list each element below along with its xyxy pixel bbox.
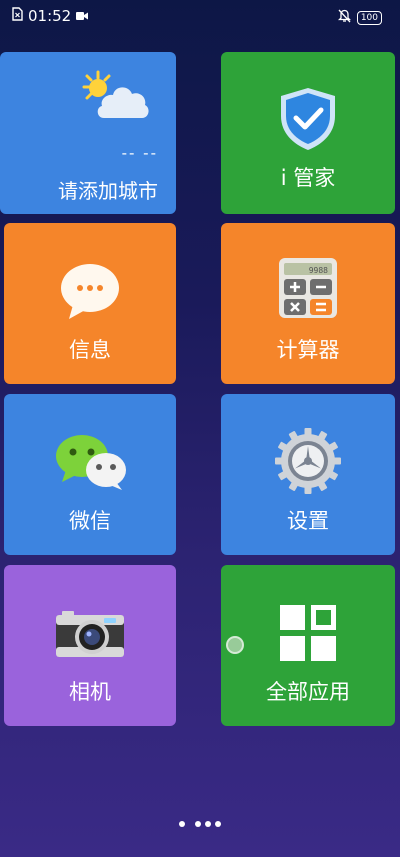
calculator-tile[interactable]: 9988 计算器 — [221, 223, 395, 384]
calculator-display: 9988 — [309, 266, 328, 275]
calculator-label: 计算器 — [276, 338, 340, 362]
wechat-icon — [56, 435, 126, 490]
camera-label: 相机 — [69, 680, 111, 704]
weather-temperature: -- -- — [121, 144, 158, 162]
wechat-label: 微信 — [69, 509, 111, 533]
imanager-tile[interactable]: i 管家 — [221, 52, 395, 214]
status-time: 01:52 — [28, 7, 72, 25]
imanager-label: i 管家 — [280, 166, 336, 190]
all-apps-tile[interactable]: 全部应用 — [221, 565, 395, 726]
page-dot[interactable] — [215, 821, 221, 827]
gear-icon — [275, 428, 341, 494]
status-bar: 01:52 100 — [0, 0, 400, 32]
app-grid-icon — [280, 605, 336, 661]
weather-tile[interactable]: -- -- 请添加城市 — [0, 52, 176, 214]
sim-icon — [12, 7, 23, 25]
messages-label: 信息 — [69, 338, 111, 362]
messages-tile[interactable]: 信息 — [4, 223, 176, 384]
calculator-icon: 9988 — [279, 258, 337, 318]
camera-icon — [56, 611, 124, 657]
weather-partly-cloudy-icon — [82, 70, 149, 118]
camera-tile[interactable]: 相机 — [4, 565, 176, 726]
floating-assist-ball[interactable] — [226, 636, 244, 654]
chat-bubble-icon — [61, 264, 119, 319]
page-dot-current[interactable] — [179, 821, 185, 827]
settings-tile[interactable]: 设置 — [221, 394, 395, 555]
all-apps-label: 全部应用 — [266, 680, 350, 704]
wechat-tile[interactable]: 微信 — [4, 394, 176, 555]
weather-label: 请添加城市 — [58, 179, 158, 203]
page-dot[interactable] — [205, 821, 211, 827]
video-record-icon — [76, 7, 89, 25]
shield-check-icon — [281, 88, 335, 150]
notification-muted-icon — [337, 8, 351, 27]
page-dot[interactable] — [195, 821, 201, 827]
battery-indicator: 100 — [356, 10, 382, 25]
page-indicator[interactable] — [0, 812, 400, 831]
settings-label: 设置 — [287, 509, 329, 533]
